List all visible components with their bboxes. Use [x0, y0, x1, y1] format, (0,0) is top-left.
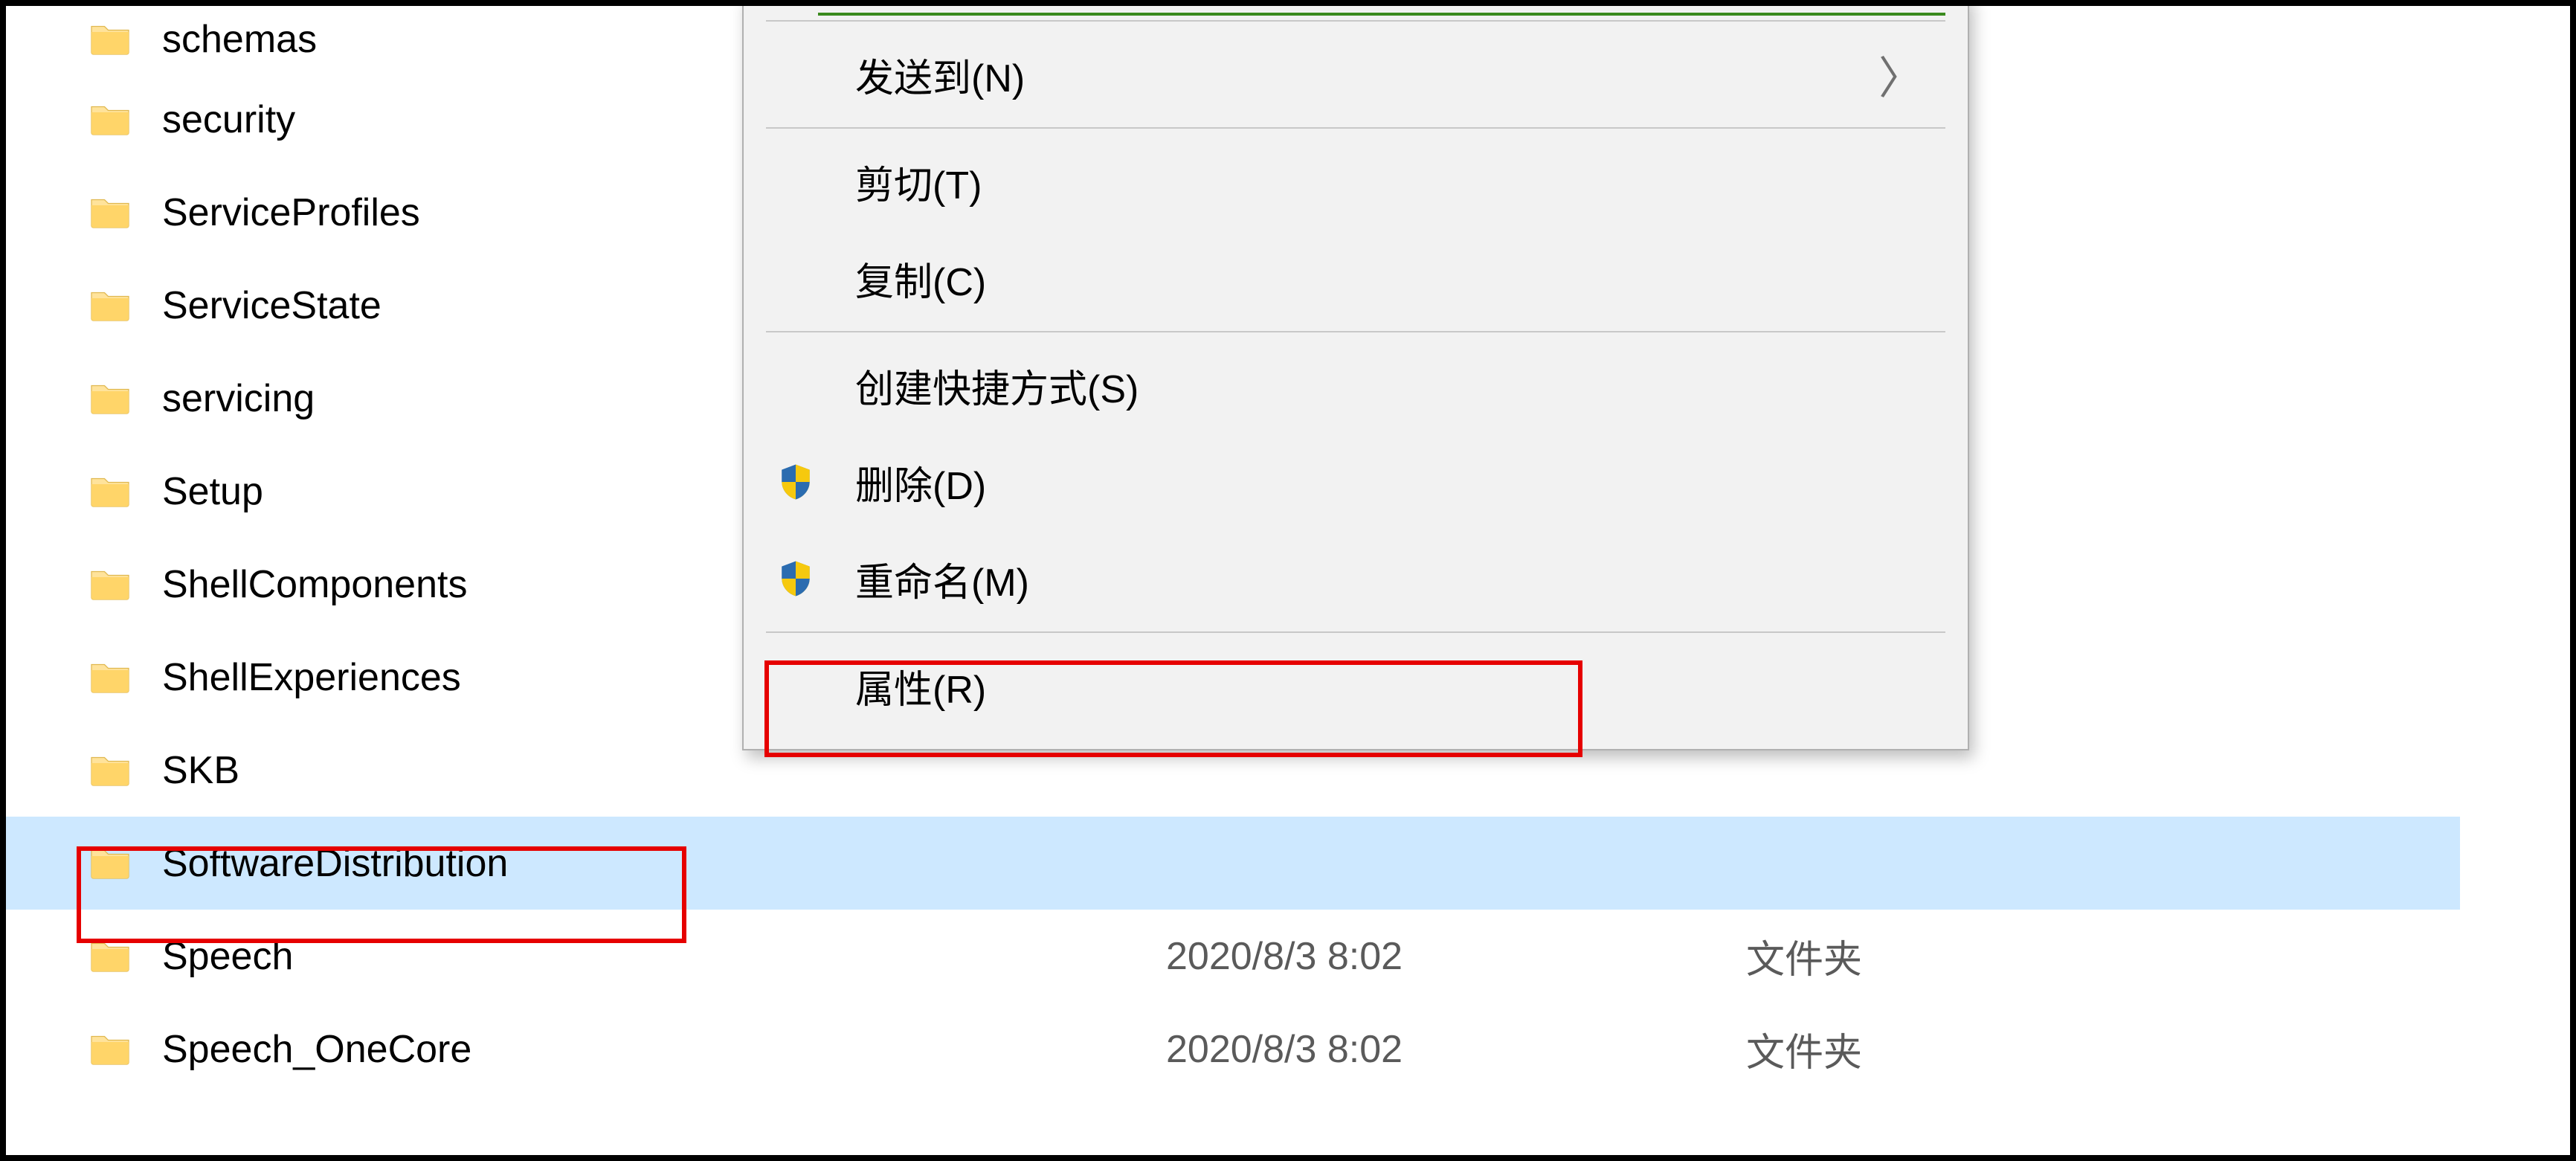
menu-label: 删除(D) — [825, 454, 1945, 510]
menu-item-create-shortcut[interactable]: 创建快捷方式(S) — [744, 337, 1968, 434]
folder-icon — [88, 655, 132, 700]
context-menu: 发送到(N) 〉 剪切(T) 复制(C) 创建快捷方式(S) 删除(D) — [742, 0, 1969, 750]
folder-icon — [88, 469, 132, 514]
folder-icon — [88, 17, 132, 62]
uac-shield-icon — [766, 558, 825, 599]
folder-icon — [88, 748, 132, 793]
chevron-right-icon: 〉 — [1878, 42, 1945, 107]
menu-separator — [766, 331, 1945, 332]
menu-item-properties[interactable]: 属性(R) — [744, 637, 1968, 734]
menu-item-delete[interactable]: 删除(D) — [744, 434, 1968, 530]
file-row[interactable]: Speech 2020/8/3 8:02 文件夹 — [6, 910, 2460, 1003]
file-name: SKB — [162, 748, 1166, 793]
file-name: Speech_OneCore — [162, 1027, 1166, 1072]
file-name: Speech — [162, 934, 1166, 979]
menu-item-cut[interactable]: 剪切(T) — [744, 133, 1968, 230]
menu-label: 重命名(M) — [825, 551, 1945, 607]
menu-clipped-top — [818, 4, 1945, 16]
folder-icon — [88, 1027, 132, 1072]
folder-icon — [88, 97, 132, 142]
screenshot-frame: schemas security ServiceProfiles Service… — [0, 0, 2576, 1161]
menu-item-send-to[interactable]: 发送到(N) 〉 — [744, 26, 1968, 123]
menu-label: 发送到(N) — [825, 47, 1878, 103]
menu-separator — [766, 20, 1945, 22]
folder-icon — [88, 841, 132, 886]
folder-icon — [88, 562, 132, 607]
folder-icon — [88, 934, 132, 979]
menu-separator — [766, 631, 1945, 633]
file-row-selected[interactable]: SoftwareDistribution — [6, 817, 2460, 910]
menu-separator — [766, 127, 1945, 129]
folder-icon — [88, 376, 132, 421]
menu-label: 复制(C) — [825, 251, 1945, 306]
menu-label: 创建快捷方式(S) — [825, 358, 1945, 414]
file-type: 文件夹 — [1746, 1021, 2044, 1077]
menu-item-copy[interactable]: 复制(C) — [744, 230, 1968, 327]
file-type: 文件夹 — [1746, 928, 2044, 984]
file-row[interactable]: Speech_OneCore 2020/8/3 8:02 文件夹 — [6, 1003, 2460, 1096]
uac-shield-icon — [766, 461, 825, 503]
menu-item-rename[interactable]: 重命名(M) — [744, 530, 1968, 627]
file-date: 2020/8/3 8:02 — [1166, 1027, 1746, 1072]
file-name: SoftwareDistribution — [162, 841, 1166, 886]
folder-icon — [88, 283, 132, 328]
folder-icon — [88, 190, 132, 235]
menu-label: 属性(R) — [825, 658, 1945, 714]
menu-label: 剪切(T) — [825, 154, 1945, 210]
file-date: 2020/8/3 8:02 — [1166, 934, 1746, 979]
